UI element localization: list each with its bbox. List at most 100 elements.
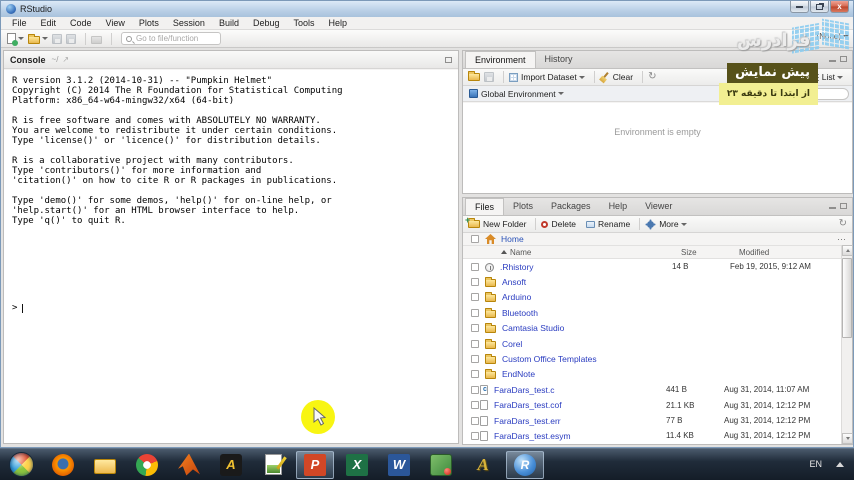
tab[interactable]: Plots bbox=[504, 198, 542, 215]
scrollbar-thumb[interactable] bbox=[842, 258, 852, 338]
menu-item[interactable]: Debug bbox=[246, 17, 287, 30]
file-row[interactable]: Corel bbox=[463, 336, 841, 351]
file-name[interactable]: Ansoft bbox=[502, 277, 674, 287]
clear-button[interactable]: Clear bbox=[600, 72, 633, 82]
row-checkbox[interactable] bbox=[471, 370, 479, 379]
menu-item[interactable]: View bbox=[99, 17, 132, 30]
row-checkbox[interactable] bbox=[471, 293, 479, 302]
taskbar-excel[interactable] bbox=[338, 451, 376, 479]
file-row[interactable]: FaraDars_test.c 441 B Aug 31, 2014, 11:0… bbox=[463, 382, 841, 397]
column-modified[interactable]: Modified bbox=[739, 248, 769, 257]
row-checkbox[interactable] bbox=[471, 385, 479, 394]
taskbar-explorer[interactable] bbox=[86, 451, 124, 479]
new-folder-button[interactable]: New Folder bbox=[465, 215, 526, 229]
breadcrumb-home-link[interactable]: Home bbox=[501, 234, 524, 244]
row-checkbox[interactable] bbox=[471, 324, 479, 333]
select-all-checkbox[interactable] bbox=[471, 235, 479, 243]
rename-button[interactable]: Rename bbox=[586, 219, 630, 229]
goto-file-input[interactable]: Go to file/function bbox=[121, 32, 221, 45]
column-size[interactable]: Size bbox=[681, 248, 697, 257]
file-row[interactable]: FaraDars_test.err 77 B Aug 31, 2014, 12:… bbox=[463, 413, 841, 428]
taskbar-start[interactable] bbox=[2, 451, 40, 479]
file-row[interactable]: Camtasia Studio bbox=[463, 321, 841, 336]
more-button[interactable]: More bbox=[645, 219, 687, 229]
minimize-button[interactable] bbox=[790, 1, 809, 13]
menu-item[interactable]: Build bbox=[212, 17, 246, 30]
environment-scope-label[interactable]: Global Environment bbox=[481, 89, 556, 99]
taskbar-matlab[interactable] bbox=[170, 451, 208, 479]
pane-maximize-icon[interactable] bbox=[445, 56, 452, 63]
taskbar-chart-tool[interactable] bbox=[254, 451, 292, 479]
show-hidden-icons-button[interactable] bbox=[836, 461, 844, 467]
file-row[interactable]: Ansoft bbox=[463, 274, 841, 289]
taskbar-activepresenter[interactable] bbox=[464, 451, 502, 479]
file-name[interactable]: Bluetooth bbox=[502, 308, 674, 318]
row-checkbox[interactable] bbox=[471, 262, 479, 271]
row-checkbox[interactable] bbox=[471, 401, 479, 410]
menu-item[interactable]: Tools bbox=[287, 17, 322, 30]
refresh-icon[interactable]: ↻ bbox=[648, 72, 656, 82]
file-name[interactable]: Arduino bbox=[502, 292, 674, 302]
taskbar-firefox[interactable] bbox=[44, 451, 82, 479]
tab[interactable]: Files bbox=[465, 198, 505, 215]
taskbar-word[interactable] bbox=[380, 451, 418, 479]
file-row[interactable]: Custom Office Templates bbox=[463, 351, 841, 366]
menu-item[interactable]: Code bbox=[63, 17, 99, 30]
import-dataset-button[interactable]: Import Dataset bbox=[509, 72, 585, 82]
tab[interactable]: Help bbox=[600, 198, 637, 215]
scroll-up-button[interactable] bbox=[842, 245, 853, 256]
titlebar[interactable]: RStudio x bbox=[1, 1, 853, 17]
files-scrollbar[interactable] bbox=[841, 245, 853, 444]
scroll-down-button[interactable] bbox=[842, 433, 853, 444]
menu-item[interactable]: File bbox=[5, 17, 34, 30]
file-name[interactable]: FaraDars_test.cof bbox=[494, 400, 666, 410]
row-checkbox[interactable] bbox=[471, 416, 479, 425]
file-row[interactable]: Arduino bbox=[463, 290, 841, 305]
delete-button[interactable]: Delete bbox=[541, 219, 576, 229]
goto-directory-icon[interactable]: ↗ bbox=[62, 55, 69, 64]
new-file-button[interactable] bbox=[7, 33, 24, 46]
menu-item[interactable]: Edit bbox=[34, 17, 64, 30]
pane-minimize-icon[interactable] bbox=[829, 60, 836, 62]
file-name[interactable]: EndNote bbox=[502, 369, 674, 379]
file-name[interactable]: FaraDars_test.c bbox=[494, 385, 666, 395]
file-name[interactable]: FaraDars_test.esym bbox=[494, 431, 666, 441]
file-name[interactable]: Custom Office Templates bbox=[502, 354, 674, 364]
console-prompt[interactable]: > bbox=[12, 303, 24, 313]
file-row[interactable]: FaraDars_test.esym 11.4 KB Aug 31, 2014,… bbox=[463, 428, 841, 443]
save-all-button[interactable] bbox=[66, 33, 76, 44]
pane-minimize-icon[interactable] bbox=[829, 207, 836, 209]
row-checkbox[interactable] bbox=[471, 339, 479, 348]
taskbar-altium[interactable] bbox=[212, 451, 250, 479]
file-name[interactable]: FaraDars_test.err bbox=[494, 416, 666, 426]
close-button[interactable]: x bbox=[830, 1, 849, 13]
tab[interactable]: Packages bbox=[542, 198, 600, 215]
tab[interactable]: History bbox=[536, 51, 582, 68]
row-checkbox[interactable] bbox=[471, 308, 479, 317]
save-button[interactable] bbox=[52, 33, 62, 44]
file-row[interactable]: EndNote bbox=[463, 367, 841, 382]
refresh-icon[interactable]: ↻ bbox=[839, 219, 847, 229]
menu-item[interactable]: Help bbox=[322, 17, 355, 30]
row-checkbox[interactable] bbox=[471, 355, 479, 364]
save-workspace-button[interactable] bbox=[484, 72, 494, 82]
open-file-button[interactable] bbox=[28, 33, 48, 44]
file-row[interactable]: FaraDars_test.cof 21.1 KB Aug 31, 2014, … bbox=[463, 398, 841, 413]
tab[interactable]: Viewer bbox=[636, 198, 681, 215]
taskbar-labcenter[interactable] bbox=[422, 451, 460, 479]
taskbar-chrome[interactable] bbox=[128, 451, 166, 479]
restore-button[interactable] bbox=[810, 1, 829, 13]
menu-item[interactable]: Session bbox=[166, 17, 212, 30]
file-name[interactable]: Corel bbox=[502, 339, 674, 349]
file-row[interactable]: Bluetooth bbox=[463, 305, 841, 320]
column-name[interactable]: Name bbox=[501, 248, 531, 257]
taskbar-rstudio[interactable] bbox=[506, 450, 544, 479]
pane-maximize-icon[interactable] bbox=[840, 203, 847, 209]
load-workspace-button[interactable] bbox=[468, 71, 480, 81]
print-button[interactable] bbox=[91, 34, 102, 44]
menu-item[interactable]: Plots bbox=[132, 17, 166, 30]
file-row[interactable]: .Rhistory 14 B Feb 19, 2015, 9:12 AM bbox=[463, 259, 841, 274]
tab[interactable]: Environment bbox=[465, 51, 536, 68]
console-output[interactable]: R version 3.1.2 (2014-10-31) -- "Pumpkin… bbox=[4, 70, 458, 443]
language-indicator[interactable]: EN bbox=[809, 459, 822, 469]
